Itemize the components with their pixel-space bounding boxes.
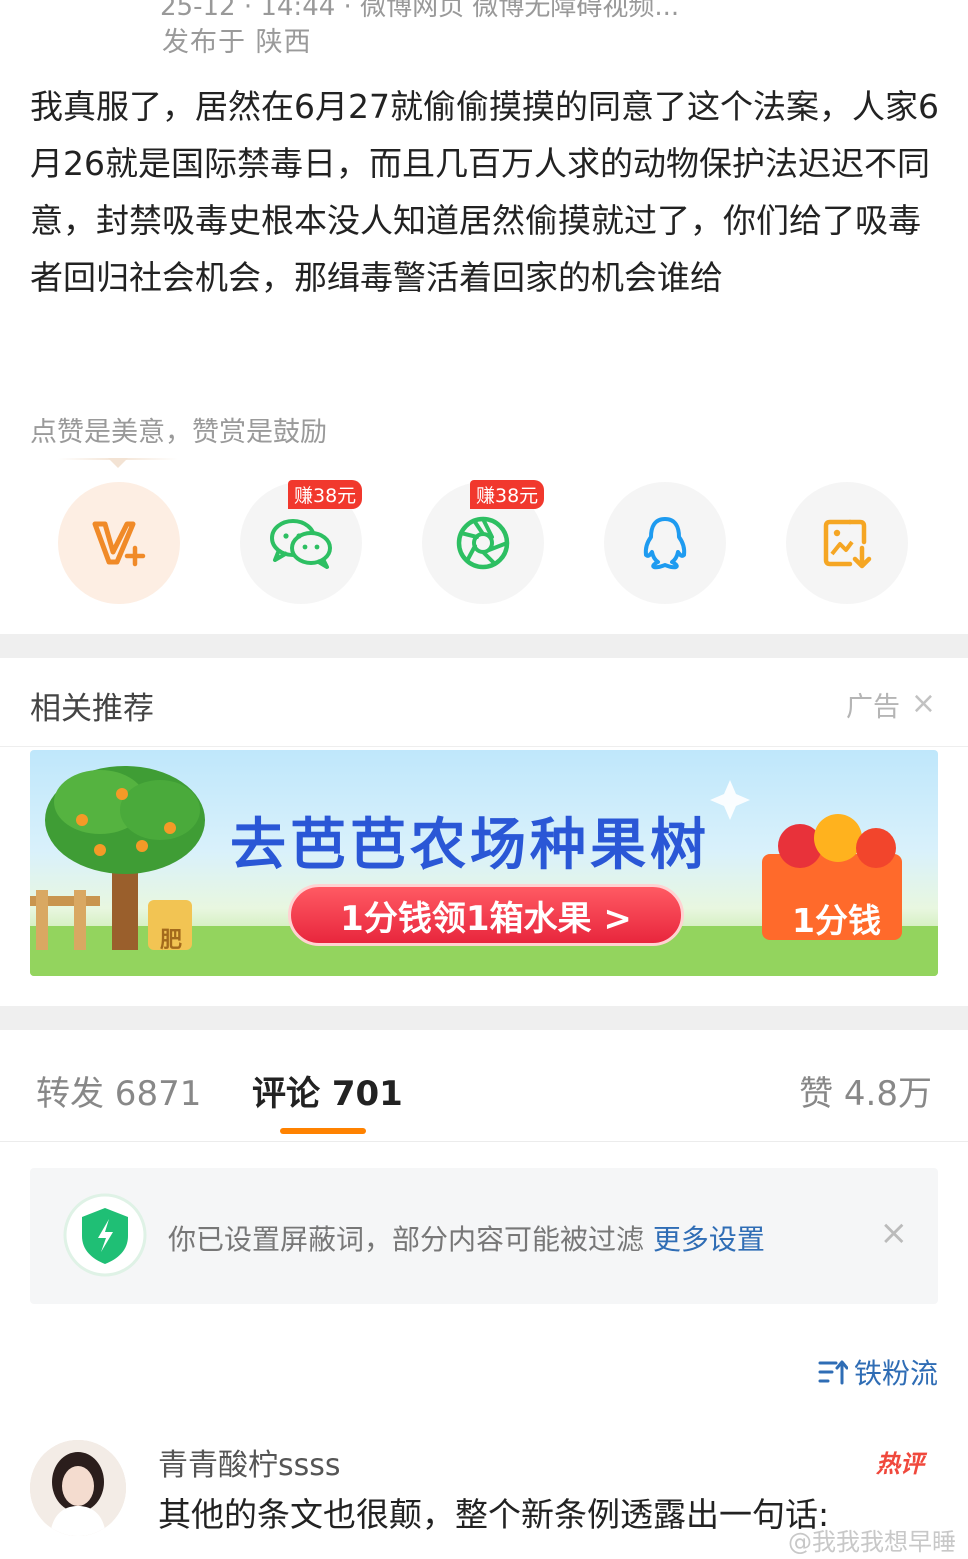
banner-cta-button[interactable]: 1分钱领1箱水果 > — [288, 884, 684, 946]
section-divider — [0, 1006, 968, 1030]
save-image-button[interactable] — [786, 482, 908, 604]
close-icon[interactable]: × — [880, 1216, 909, 1250]
recommend-title: 相关推荐 — [30, 691, 154, 727]
filter-notice-message: 你已设置屏蔽词，部分内容可能被过滤 — [168, 1223, 653, 1256]
tab-repost[interactable]: 转发 6871 — [36, 1066, 201, 1115]
earn-badge: 赚38元 — [470, 480, 545, 509]
vplus-reward-button[interactable] — [58, 482, 180, 604]
recommend-divider — [0, 746, 968, 747]
share-row: 赚38元 赚38元 — [0, 480, 968, 604]
qq-icon — [643, 517, 687, 570]
avatar[interactable] — [30, 1440, 126, 1536]
post-location: 发布于 陕西 — [162, 27, 312, 58]
shield-icon — [63, 1193, 147, 1277]
ad-close-icon[interactable]: × — [911, 689, 936, 719]
banner-title: 去芭芭农场种果树 — [230, 813, 710, 878]
comment-text: 其他的条文也很颠，整个新条例透露出一句话: — [158, 1495, 830, 1534]
filter-notice-text: 你已设置屏蔽词，部分内容可能被过滤 更多设置 — [168, 1218, 765, 1258]
ad-label: 广告 — [846, 692, 900, 723]
sort-label: 铁粉流 — [853, 1357, 938, 1390]
tab-like[interactable]: 赞 4.8万 — [799, 1066, 932, 1115]
hot-comment-badge: 热评 — [876, 1450, 924, 1478]
feedback-tabs: 转发 6871 评论 701 赞 4.8万 — [0, 1034, 968, 1142]
comment-username[interactable]: 青青酸柠ssss — [158, 1440, 341, 1484]
vplus-icon — [92, 521, 146, 567]
banner-box-label: 1分钱 — [792, 901, 881, 940]
save-image-icon — [823, 519, 872, 569]
watermark: @我我我想早睡 — [788, 1528, 956, 1556]
sort-button[interactable]: 铁粉流 — [818, 1352, 938, 1392]
avatar-image — [30, 1440, 126, 1536]
moments-icon — [456, 516, 510, 570]
wechat-icon — [270, 519, 332, 569]
post-body: 我真服了，居然在6月27就偷偷摸摸的同意了这个法案，人家6月26就是国际禁毒日，… — [30, 87, 939, 297]
reward-tip: 点赞是美意，赞赏是鼓励 — [30, 417, 327, 448]
reward-tip-caret — [58, 458, 178, 468]
section-divider — [0, 634, 968, 658]
share-qq-button[interactable] — [604, 482, 726, 604]
tab-comment[interactable]: 评论 701 — [252, 1066, 403, 1115]
ad-banner[interactable]: 去芭芭农场种果树 1分钱领1箱水果 > 1分钱 肥 — [30, 750, 938, 976]
share-moments-button[interactable]: 赚38元 — [422, 480, 545, 604]
more-settings-link[interactable]: 更多设置 — [653, 1223, 765, 1256]
filter-notice: 你已设置屏蔽词，部分内容可能被过滤 更多设置 × — [30, 1168, 938, 1304]
tree-tag: 肥 — [160, 928, 183, 953]
share-wechat-button[interactable]: 赚38元 — [240, 480, 363, 604]
earn-badge: 赚38元 — [288, 480, 363, 509]
active-tab-indicator — [280, 1128, 366, 1134]
sort-icon — [818, 1360, 848, 1385]
